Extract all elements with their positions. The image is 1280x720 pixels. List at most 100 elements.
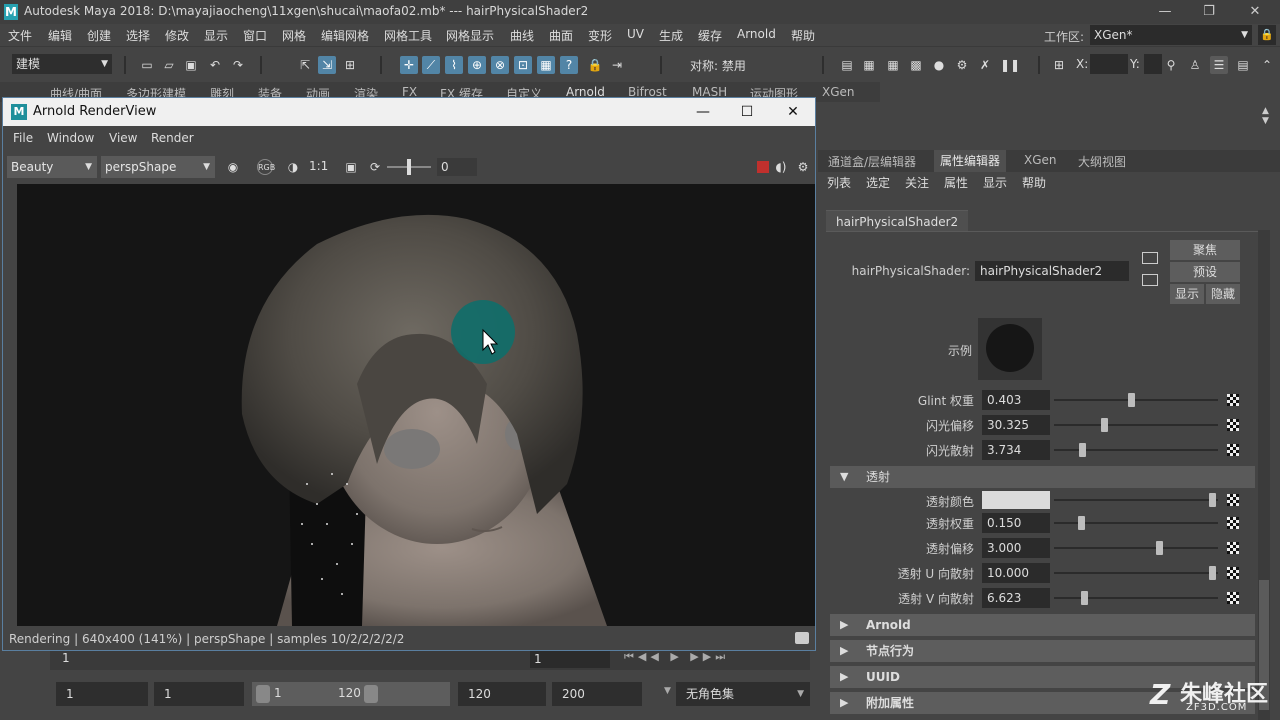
tab-outliner[interactable]: 大纲视图 [1078, 153, 1126, 170]
glint-attr-slider[interactable] [1054, 424, 1218, 426]
transmission-attr-field[interactable]: 3.000 [982, 538, 1050, 558]
render-icon[interactable]: ▦ [860, 56, 878, 74]
node-tab[interactable]: hairPhysicalShader2 [826, 210, 969, 232]
menu-mesh-display[interactable]: 网格显示 [446, 27, 494, 44]
transmission-attr-slider[interactable] [1054, 597, 1218, 599]
render-canvas[interactable] [17, 184, 815, 626]
menu-mesh-tools[interactable]: 网格工具 [384, 27, 432, 44]
transmission-attr-slider[interactable] [1054, 547, 1218, 549]
shelf-tab-xgen[interactable]: XGen [822, 85, 855, 99]
glint-attr-field[interactable]: 3.734 [982, 440, 1050, 460]
select-object-icon[interactable]: ⇲ [318, 56, 336, 74]
time-slider[interactable]: 1 1 ⏮◀◀ ▶ ▶▶⏭ [50, 648, 810, 670]
slider-thumb[interactable] [1079, 443, 1086, 457]
anim-end-field[interactable]: 200 [552, 682, 642, 706]
slider-thumb[interactable] [1101, 418, 1108, 432]
select-vertex-icon[interactable]: ✛ [400, 56, 418, 74]
camera-snapshot-icon[interactable] [795, 632, 809, 644]
playback-controls[interactable]: ⏮◀◀ ▶ ▶▶⏭ [624, 650, 729, 664]
presets-button[interactable]: 预设 [1170, 262, 1240, 282]
tab-attribute-editor[interactable]: 属性编辑器 [934, 150, 1007, 172]
modeling-toolkit-icon[interactable]: ⚲ [1162, 56, 1180, 74]
select-face-icon[interactable]: ⌇ [445, 56, 463, 74]
lock-icon[interactable]: 🔒 [586, 56, 604, 74]
minimize-button[interactable]: — [691, 101, 715, 123]
menu-file[interactable]: 文件 [8, 27, 32, 44]
menu-modify[interactable]: 修改 [165, 27, 189, 44]
chevron-down-icon[interactable]: ▼ [664, 686, 671, 696]
pause-icon[interactable]: ❚❚ [1000, 56, 1020, 74]
menu-uv[interactable]: UV [627, 27, 644, 41]
anim-start-field[interactable]: 1 [56, 682, 148, 706]
transmission-attr-field[interactable]: 6.623 [982, 588, 1050, 608]
rgb-channel-icon[interactable]: RGB [257, 159, 275, 175]
map-button-icon[interactable] [1227, 567, 1239, 579]
snap-curve-icon[interactable]: ⊗ [491, 56, 509, 74]
settings-gear-icon[interactable]: ⚙ [795, 159, 811, 175]
rv-menu-render[interactable]: Render [151, 131, 194, 145]
ipr-icon[interactable]: ◖) [773, 159, 789, 175]
ae-menu-focus[interactable]: 关注 [905, 174, 929, 191]
slider-thumb[interactable] [1209, 493, 1216, 507]
select-history-icon[interactable]: ⇥ [608, 56, 626, 74]
arnold-flush-icon[interactable]: ✗ [976, 56, 994, 74]
snap-view-icon[interactable]: ▦ [537, 56, 555, 74]
transmission-attr-slider[interactable] [1054, 572, 1218, 574]
menu-deform[interactable]: 变形 [588, 27, 612, 44]
menu-edit[interactable]: 编辑 [48, 27, 72, 44]
glint-attr-field[interactable]: 0.403 [982, 390, 1050, 410]
ae-menu-show[interactable]: 显示 [983, 174, 1007, 191]
slider-thumb[interactable] [1081, 591, 1088, 605]
alpha-channel-icon[interactable]: ◑ [285, 159, 301, 175]
menu-select[interactable]: 选择 [126, 27, 150, 44]
save-scene-icon[interactable]: ▣ [182, 56, 200, 74]
frame-all-icon[interactable]: ▣ [343, 159, 359, 175]
slider-thumb[interactable] [1128, 393, 1135, 407]
ae-menu-help[interactable]: 帮助 [1022, 174, 1046, 191]
restore-button[interactable]: ❐ [1194, 1, 1224, 23]
menu-help[interactable]: 帮助 [791, 27, 815, 44]
rv-menu-view[interactable]: View [109, 131, 137, 145]
menu-cache[interactable]: 缓存 [698, 27, 722, 44]
range-handle-start[interactable] [256, 685, 270, 703]
glint-attr-slider[interactable] [1054, 399, 1218, 401]
channel-box-icon[interactable]: ⌃ [1258, 56, 1276, 74]
map-button-icon[interactable] [1227, 394, 1239, 406]
slider-thumb[interactable] [1156, 541, 1163, 555]
redo-icon[interactable]: ↷ [229, 56, 247, 74]
menu-curves[interactable]: 曲线 [510, 27, 534, 44]
symmetry-label[interactable]: 对称: 禁用 [690, 57, 746, 74]
minimize-button[interactable]: — [1150, 1, 1180, 23]
menu-display[interactable]: 显示 [204, 27, 228, 44]
playback-start-field[interactable]: 1 [154, 682, 244, 706]
tab-channel-box[interactable]: 通道盒/层编辑器 [828, 153, 916, 170]
rv-menu-window[interactable]: Window [47, 131, 94, 145]
rv-menu-file[interactable]: File [13, 131, 33, 145]
transmission-attr-field[interactable]: 0.150 [982, 513, 1050, 533]
slider-thumb[interactable] [1209, 566, 1216, 580]
show-button[interactable]: 显示 [1170, 284, 1204, 304]
arnold-render-icon[interactable]: ⚙ [953, 56, 971, 74]
current-frame-field[interactable]: 1 [530, 650, 610, 668]
menu-surfaces[interactable]: 曲面 [549, 27, 573, 44]
hypershade-icon[interactable]: ● [930, 56, 948, 74]
focus-output-icon[interactable] [1142, 274, 1158, 286]
menu-create[interactable]: 创建 [87, 27, 111, 44]
snap-point-icon[interactable]: ⊡ [514, 56, 532, 74]
range-slider[interactable]: 1 120 [252, 682, 450, 706]
tool-settings-icon[interactable]: ▤ [1234, 56, 1252, 74]
section-arnold[interactable]: ▶ Arnold [830, 614, 1255, 636]
slider-thumb[interactable] [1078, 516, 1085, 530]
map-button-icon[interactable] [1227, 592, 1239, 604]
map-button-icon[interactable] [1227, 444, 1239, 456]
aov-dropdown[interactable]: Beauty ▼ [7, 156, 97, 178]
glint-attr-field[interactable]: 30.325 [982, 415, 1050, 435]
render-view-icon[interactable]: ▤ [838, 56, 856, 74]
ae-menu-attributes[interactable]: 属性 [944, 174, 968, 191]
map-button-icon[interactable] [1227, 542, 1239, 554]
map-button-icon[interactable] [1227, 494, 1239, 506]
section-node-behavior[interactable]: ▶ 节点行为 [830, 640, 1255, 662]
focus-button[interactable]: 聚焦 [1170, 240, 1240, 260]
map-button-icon[interactable] [1227, 419, 1239, 431]
workspace-dropdown[interactable]: XGen* ▼ [1090, 25, 1252, 45]
